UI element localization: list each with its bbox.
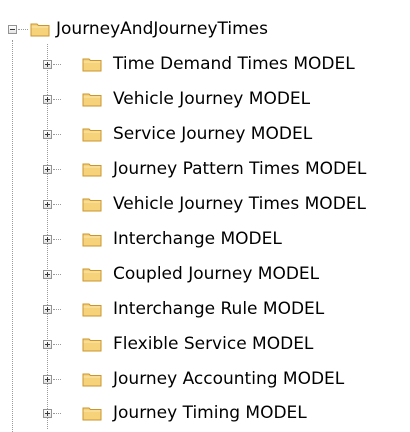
- expand-toggle[interactable]: [43, 95, 52, 104]
- folder-icon: [82, 338, 102, 352]
- tree-node-item[interactable]: Vehicle Journey MODEL: [0, 82, 410, 116]
- tree-node-item[interactable]: Service Journey MODEL: [0, 117, 410, 151]
- tree-line: [53, 169, 61, 170]
- tree-node-item[interactable]: Flexible Service MODEL: [0, 327, 410, 361]
- tree-line: [53, 64, 61, 65]
- expand-toggle[interactable]: [43, 130, 52, 139]
- expand-toggle[interactable]: [43, 200, 52, 209]
- tree-node-label: Time Demand Times MODEL: [113, 54, 355, 74]
- tree-line: [53, 134, 61, 135]
- tree-node-label: Vehicle Journey MODEL: [113, 89, 311, 109]
- tree-node-label: Vehicle Journey Times MODEL: [113, 194, 366, 214]
- expand-toggle[interactable]: [43, 340, 52, 349]
- expand-toggle[interactable]: [43, 60, 52, 69]
- expand-toggle[interactable]: [43, 409, 52, 418]
- tree-line: [53, 344, 61, 345]
- tree-line: [53, 379, 61, 380]
- tree-line: [53, 309, 61, 310]
- tree-node-item[interactable]: Coupled Journey MODEL: [0, 257, 410, 291]
- folder-icon: [82, 128, 102, 142]
- tree-node-label: Journey Pattern Times MODEL: [113, 159, 367, 179]
- tree-node-label: Flexible Service MODEL: [113, 334, 314, 354]
- tree-node-label: Service Journey MODEL: [113, 124, 313, 144]
- tree-node-item[interactable]: Time Demand Times MODEL: [0, 47, 410, 81]
- tree-node-item[interactable]: Journey Pattern Times MODEL: [0, 152, 410, 186]
- folder-icon: [82, 303, 102, 317]
- tree-line: [18, 29, 28, 30]
- tree-node-root[interactable]: JourneyAndJourneyTimes: [0, 12, 360, 46]
- folder-icon: [82, 163, 102, 177]
- expand-toggle[interactable]: [43, 270, 52, 279]
- tree-line: [53, 239, 61, 240]
- tree-node-label: Coupled Journey MODEL: [113, 264, 320, 284]
- folder-icon: [30, 23, 50, 37]
- expand-toggle[interactable]: [43, 305, 52, 314]
- tree-line: [53, 204, 61, 205]
- tree-line: [53, 274, 61, 275]
- tree-node-label: Interchange MODEL: [113, 229, 282, 249]
- expand-toggle[interactable]: [43, 375, 52, 384]
- expand-toggle[interactable]: [43, 165, 52, 174]
- folder-icon: [82, 268, 102, 282]
- collapse-toggle[interactable]: [8, 25, 17, 34]
- tree-line: [53, 413, 61, 414]
- folder-icon: [82, 198, 102, 212]
- tree-node-item[interactable]: Vehicle Journey Times MODEL: [0, 187, 410, 221]
- tree-node-item[interactable]: Journey Timing MODEL: [0, 396, 410, 430]
- tree-node-item[interactable]: Interchange MODEL: [0, 222, 410, 256]
- tree-node-label: Journey Timing MODEL: [113, 403, 307, 423]
- folder-icon: [82, 93, 102, 107]
- package-tree: JourneyAndJourneyTimes Time Demand Times…: [0, 0, 410, 432]
- folder-icon: [82, 233, 102, 247]
- tree-node-label: Journey Accounting MODEL: [113, 369, 345, 389]
- expand-toggle[interactable]: [43, 235, 52, 244]
- folder-icon: [82, 373, 102, 387]
- tree-node-item[interactable]: Journey Accounting MODEL: [0, 362, 410, 396]
- tree-line: [53, 99, 61, 100]
- tree-node-item[interactable]: Interchange Rule MODEL: [0, 292, 410, 326]
- folder-icon: [82, 58, 102, 72]
- tree-node-label: Interchange Rule MODEL: [113, 299, 325, 319]
- folder-icon: [82, 407, 102, 421]
- tree-node-label: JourneyAndJourneyTimes: [56, 19, 269, 39]
